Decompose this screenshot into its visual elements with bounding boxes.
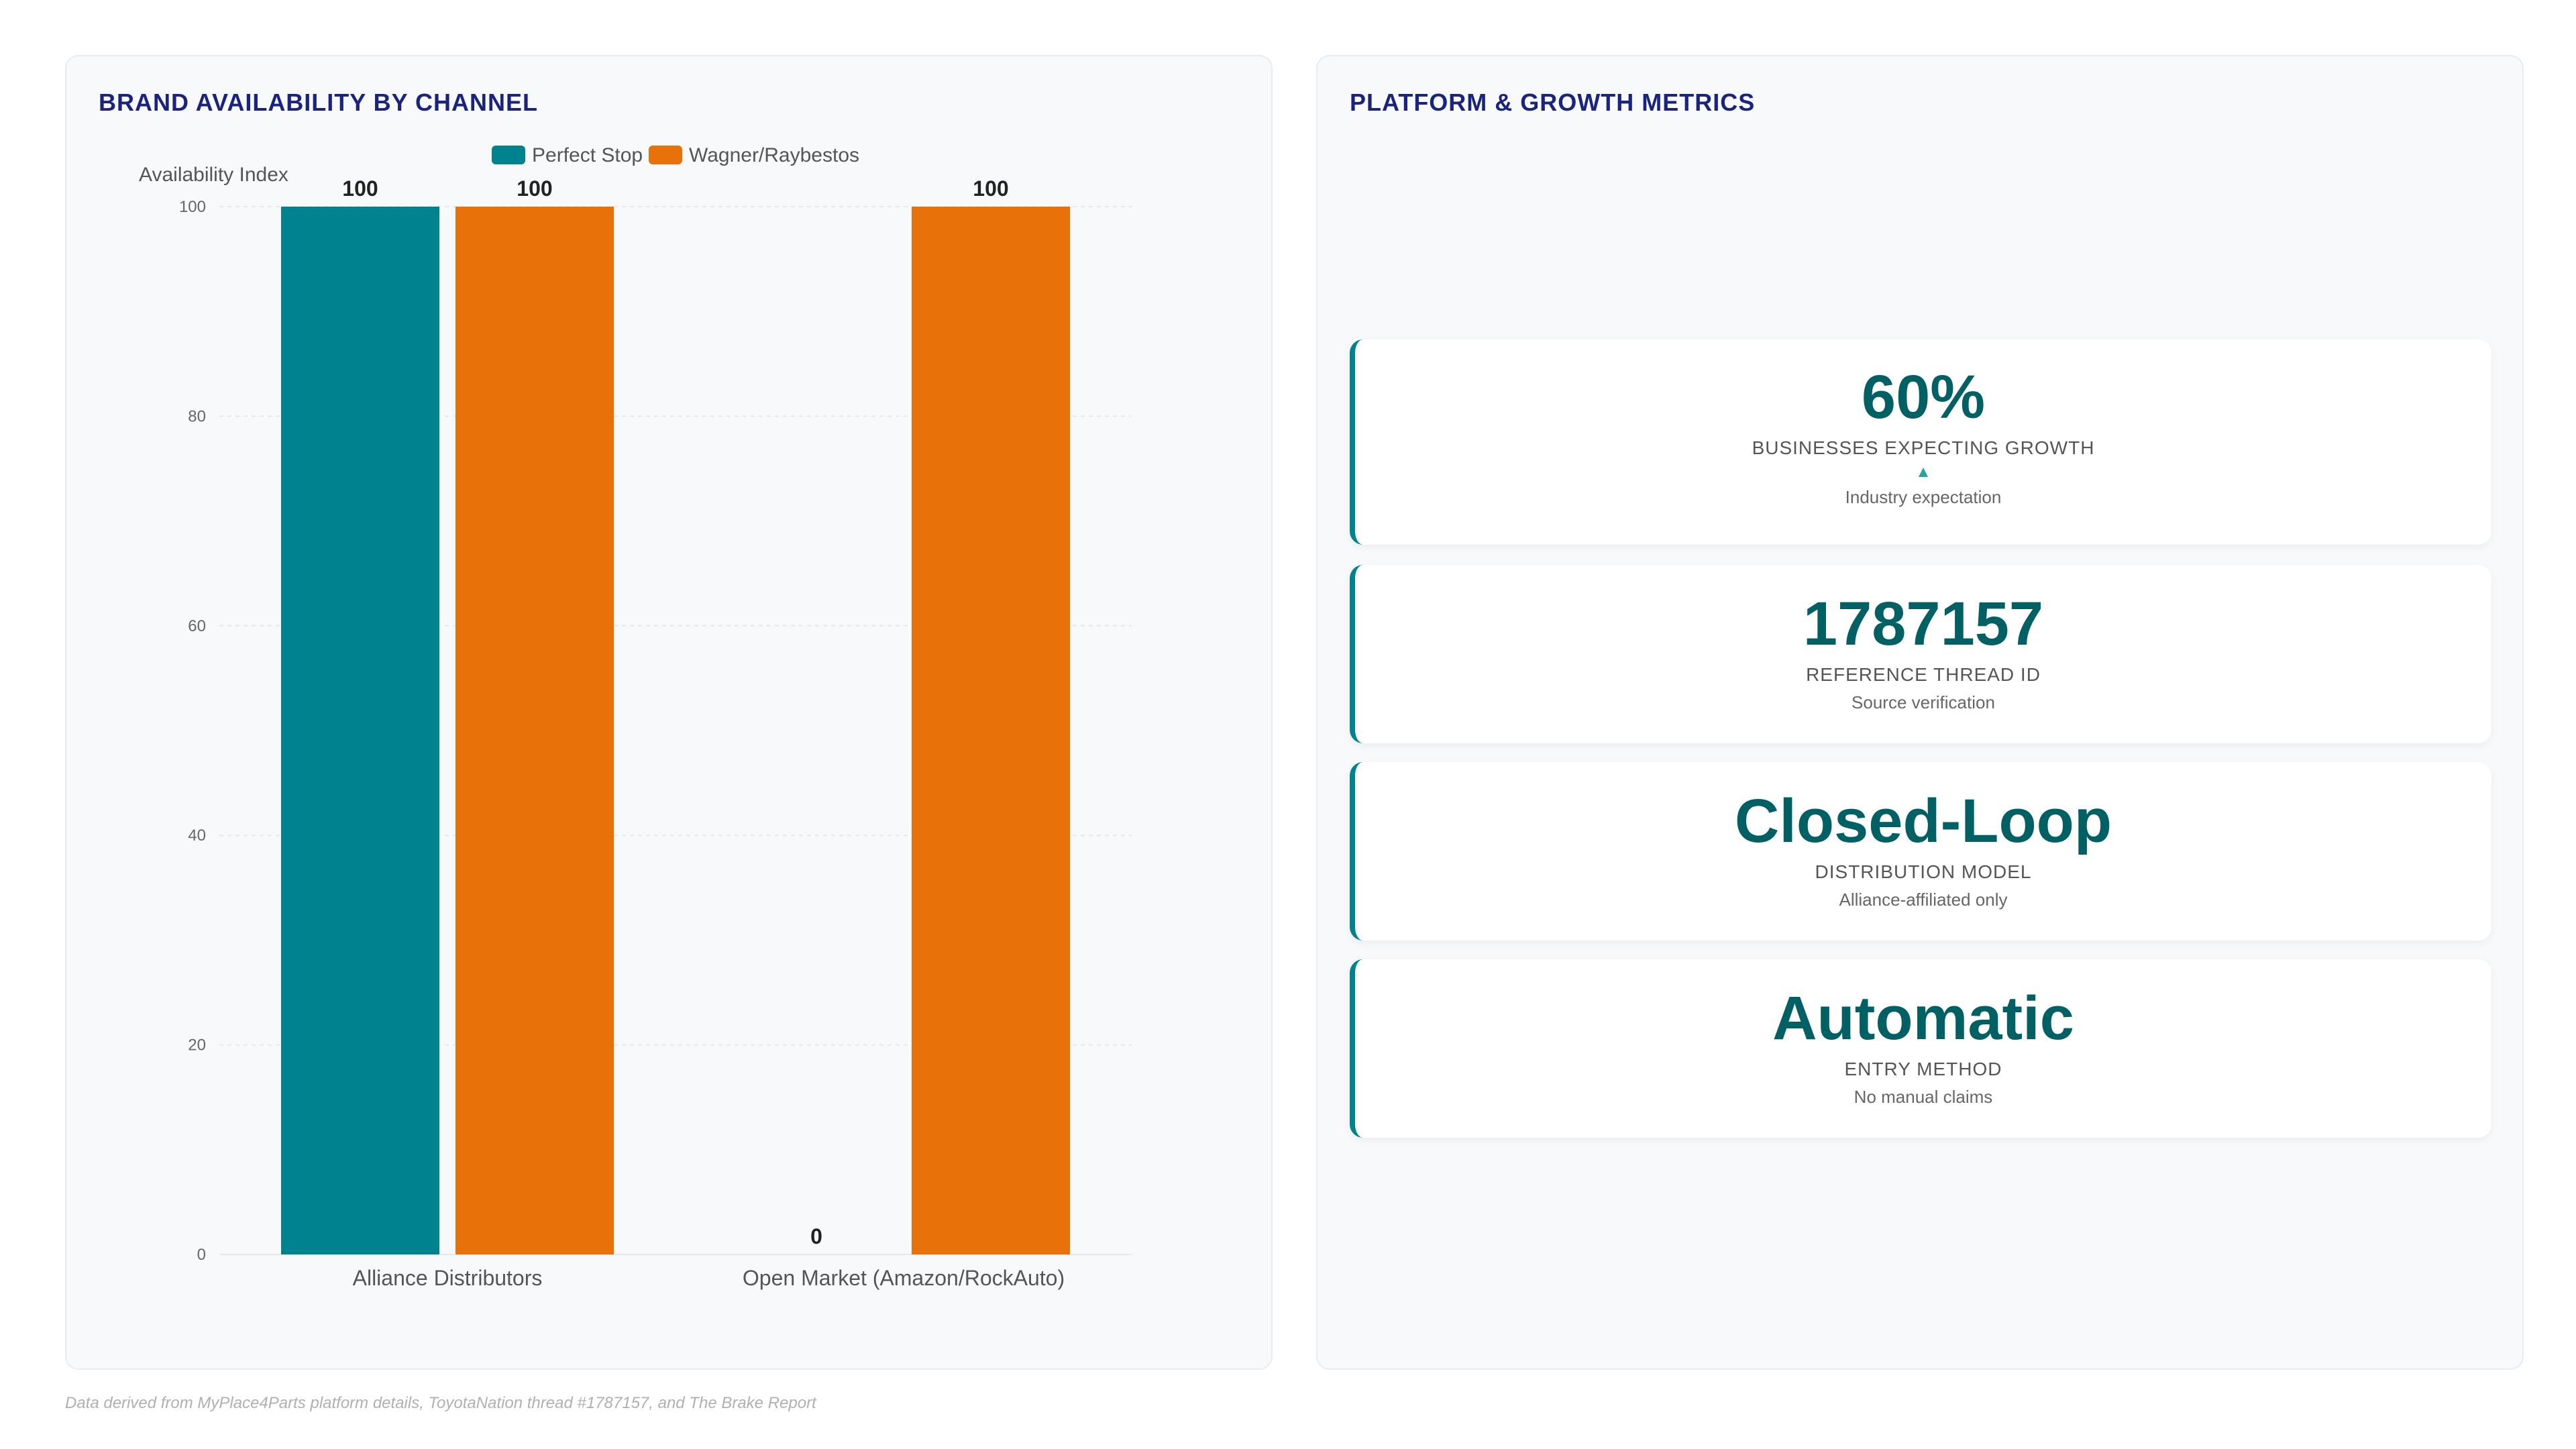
x-tick-label: Open Market (Amazon/RockAuto): [743, 1266, 1065, 1290]
footnote: Data derived from MyPlace4Parts platform…: [65, 1394, 816, 1412]
bar-wagner-raybestos: [455, 207, 614, 1254]
chart-panel: BRAND AVAILABILITY BY CHANNEL 0 20 40 60 80 1…: [65, 55, 1273, 1370]
metric-card-thread-id: 1787157 REFERENCE THREAD ID Source verif…: [1350, 565, 2491, 743]
metric-card-growth: 60% BUSINESSES EXPECTING GROWTH ▲ Indust…: [1350, 339, 2491, 545]
bar-perfect-stop: [281, 207, 439, 1254]
metric-card-distribution-model: Closed-Loop DISTRIBUTION MODEL Alliance-…: [1350, 762, 2491, 941]
metrics-panel: PLATFORM & GROWTH METRICS 60% BUSINESSES…: [1316, 55, 2524, 1370]
metric-note: Alliance-affiliated only: [1839, 890, 2008, 910]
up-arrow-icon: ▲: [1915, 463, 1931, 481]
metric-note: No manual claims: [1854, 1087, 1993, 1107]
y-tick-label: 80: [188, 407, 206, 425]
metric-label: ENTRY METHOD: [1844, 1059, 2002, 1079]
legend-label: Perfect Stop: [532, 144, 643, 166]
legend-label: Wagner/Raybestos: [689, 144, 859, 166]
y-tick-label: 40: [188, 826, 206, 845]
data-label: 0: [810, 1224, 822, 1248]
metric-note: Source verification: [1851, 692, 1995, 712]
metric-note: Industry expectation: [1845, 487, 2002, 507]
bar-wagner-raybestos: [912, 207, 1070, 1254]
metric-value: 60%: [1861, 363, 1986, 431]
metric-value: Automatic: [1772, 984, 2074, 1053]
legend-swatch-perfect-stop: [492, 146, 525, 164]
y-tick-label: 20: [188, 1036, 206, 1055]
metric-label: DISTRIBUTION MODEL: [1815, 861, 2032, 882]
y-axis-label: Availability Index: [139, 164, 288, 186]
metric-label: BUSINESSES EXPECTING GROWTH: [1752, 437, 2095, 458]
metric-label: REFERENCE THREAD ID: [1806, 664, 2041, 685]
y-tick-label: 100: [179, 198, 206, 216]
legend-swatch-wagner-raybestos: [649, 146, 682, 164]
metrics-panel-title: PLATFORM & GROWTH METRICS: [1350, 89, 1756, 116]
metric-card-entry-method: Automatic ENTRY METHOD No manual claims: [1350, 959, 2491, 1138]
data-label: 100: [342, 176, 378, 201]
metric-value: 1787157: [1803, 590, 2044, 658]
metric-value: Closed-Loop: [1734, 787, 2112, 855]
y-tick-label: 0: [197, 1246, 206, 1264]
y-tick-label: 60: [188, 617, 206, 635]
data-label: 100: [517, 176, 552, 201]
availability-bar-chart: 0 20 40 60 80 100 Availability Index Perfect St…: [139, 144, 1132, 1290]
x-tick-label: Alliance Distributors: [353, 1266, 543, 1290]
data-label: 100: [973, 176, 1008, 201]
